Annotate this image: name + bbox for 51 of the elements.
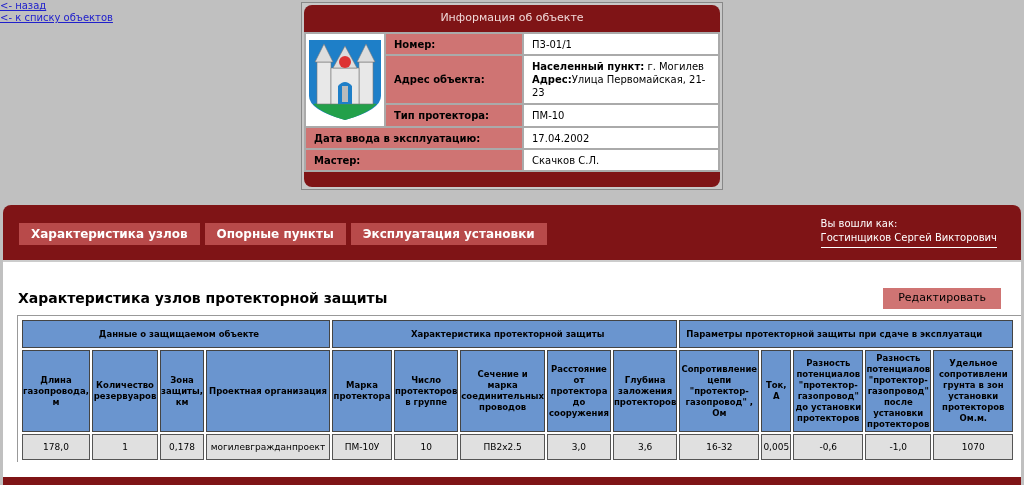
group-header: Параметры протекторной защиты при сдаче в эксплуатаци <box>679 320 1014 348</box>
edit-button[interactable]: Редактировать <box>883 288 1001 309</box>
info-label: Дата ввода в эксплуатацию: <box>305 127 523 149</box>
column-header: Разность потенциалов "протектор-газопровод" до установки протекторов <box>793 350 864 432</box>
nav-tab[interactable]: Характеристика узлов <box>19 222 200 245</box>
column-header: Количество резервуаров <box>92 350 158 432</box>
column-header: Марка протектора <box>332 350 392 432</box>
column-header: Проектная организация <box>206 350 330 432</box>
column-header: Сечение и марка соединительных проводов <box>460 350 545 432</box>
user-name: Гостинщиков Сергей Викторович <box>820 231 997 248</box>
column-header: Ток, А <box>761 350 792 432</box>
info-value: П3-01/1 <box>523 33 719 55</box>
table-cell: 1 <box>92 434 158 460</box>
table-cell: -0,6 <box>793 434 864 460</box>
user-label: Вы вошли как: <box>820 217 899 231</box>
table-cell: 178,0 <box>22 434 90 460</box>
column-header: Длина газопровода, м <box>22 350 90 432</box>
column-header: Зона защиты, км <box>160 350 204 432</box>
group-header: Данные о защищаемом объекте <box>22 320 330 348</box>
info-label: Номер: <box>385 33 523 55</box>
table-cell: 0,005 <box>761 434 792 460</box>
nav-tab[interactable]: Эксплуатация установки <box>350 222 547 245</box>
column-header: Расстояние от протектора до сооружения <box>546 350 611 432</box>
table-cell: 3,6 <box>612 434 678 460</box>
section-title: Характеристика узлов протекторной защиты <box>18 289 388 308</box>
table-cell: 10 <box>394 434 459 460</box>
nav-tab[interactable]: Опорные пункты <box>204 222 346 245</box>
back-link[interactable]: <- к списку объектов <box>0 12 113 24</box>
table-cell: -1,0 <box>865 434 932 460</box>
table-cell: ПМ-10У <box>332 434 392 460</box>
table-cell: 0,178 <box>160 434 204 460</box>
info-value: Населенный пункт: г. Могилев Адрес:Улица Первомайская, 21-23 <box>523 55 719 104</box>
table-cell: 1070 <box>933 434 1014 460</box>
column-header: Глубина заложения протекторов <box>612 350 678 432</box>
back-link[interactable]: <- назад <box>0 0 47 12</box>
column-header: Удельное сопротивлени грунта в зон установки протекторов Ом.м. <box>933 350 1014 432</box>
table-cell: могилевгражданпроект <box>206 434 330 460</box>
info-label: Адрес объекта: <box>385 55 523 104</box>
info-label: Мастер: <box>305 149 523 171</box>
table-cell: ПВ2х2.5 <box>460 434 545 460</box>
info-header: Информация об объекте <box>304 5 720 32</box>
info-label: Тип протектора: <box>385 104 523 127</box>
info-value: Скачков С.Л. <box>523 149 719 171</box>
group-header: Характеристика протекторной защиты <box>332 320 678 348</box>
column-header: Число протекторов в группе <box>394 350 459 432</box>
table-cell: 3,0 <box>546 434 611 460</box>
info-value: 17.04.2002 <box>523 127 719 149</box>
table-cell: 16-32 <box>679 434 760 460</box>
info-value: ПМ-10 <box>523 104 719 127</box>
column-header: Сопротивление цепи "протектор-газопровод" , Ом <box>679 350 760 432</box>
column-header: Разность потенциалов "протектор-газопровод" после установки протекторов <box>865 350 932 432</box>
